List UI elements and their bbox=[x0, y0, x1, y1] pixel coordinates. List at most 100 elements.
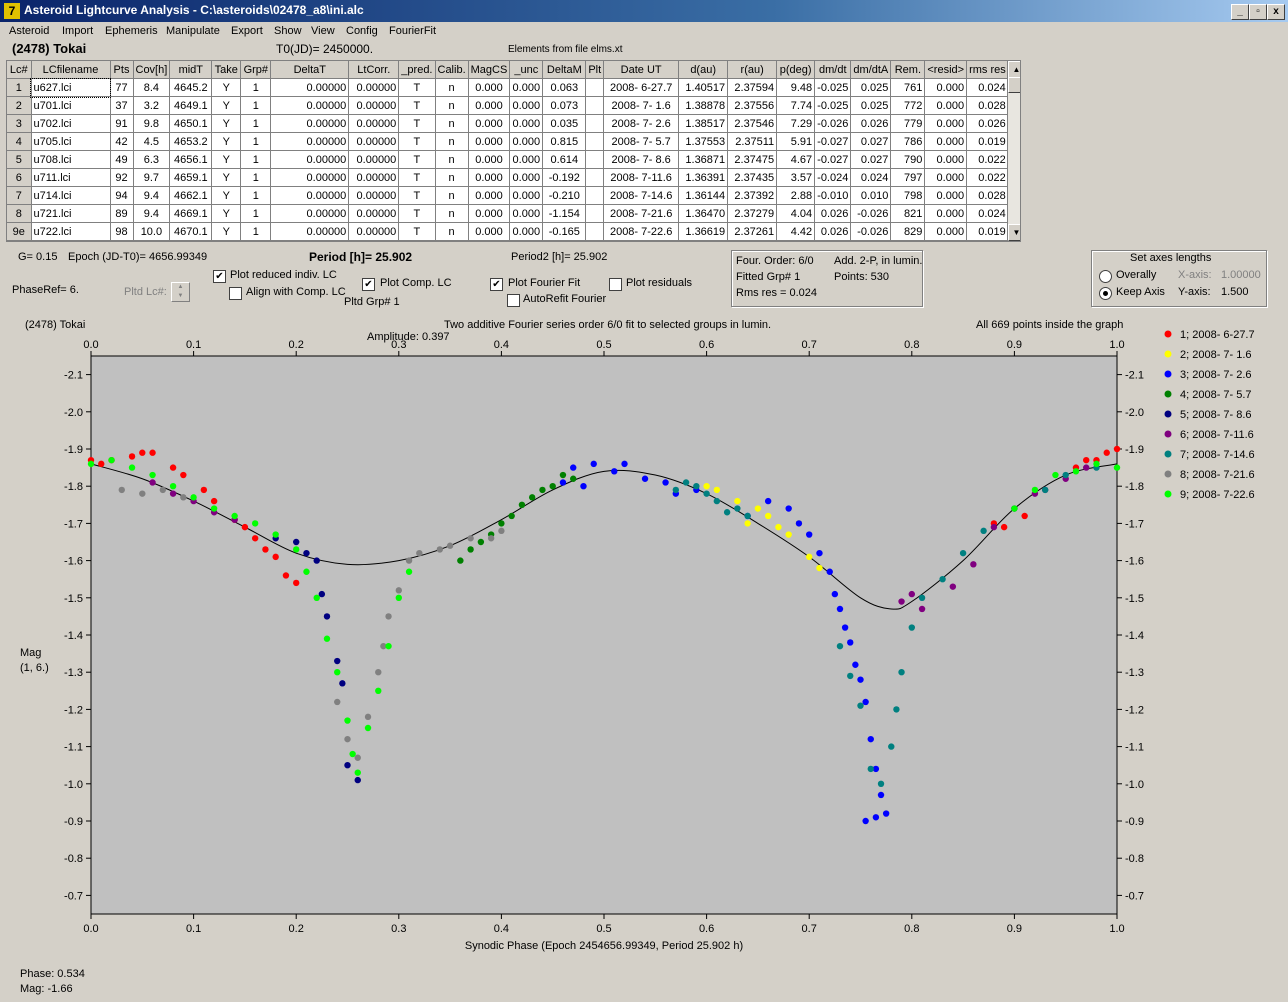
table-cell[interactable]: 91 bbox=[110, 114, 134, 133]
table-cell[interactable]: 0.000 bbox=[924, 168, 968, 187]
table-cell[interactable]: 0.00000 bbox=[270, 150, 350, 169]
table-cell[interactable]: 0.000 bbox=[468, 186, 511, 205]
scroll-up-button[interactable]: ▲ bbox=[1008, 61, 1020, 78]
table-cell[interactable]: 0.000 bbox=[468, 114, 511, 133]
column-header[interactable]: DeltaM bbox=[542, 61, 587, 79]
table-cell[interactable]: 7.74 bbox=[776, 96, 816, 115]
menu-ephemeris[interactable]: Ephemeris bbox=[105, 25, 158, 37]
table-cell[interactable]: u701.lci bbox=[31, 96, 111, 115]
table-cell[interactable]: 0.024 bbox=[966, 204, 1009, 223]
row-header[interactable]: 5 bbox=[7, 150, 32, 169]
row-header[interactable]: 7 bbox=[7, 186, 32, 205]
table-cell[interactable]: 0.000 bbox=[468, 204, 511, 223]
lightcurve-table[interactable]: Lc# LCfilename Pts Cov[h] midT Take Grp# DeltaT… bbox=[6, 60, 1021, 242]
table-cell[interactable]: n bbox=[435, 204, 469, 223]
table-cell[interactable]: 0.000 bbox=[468, 96, 511, 115]
table-cell[interactable]: 0.000 bbox=[924, 204, 968, 223]
table-row[interactable]: 2 u701.lci 37 3.2 4649.1 Y 1 0.00000 0.00000 Tn 0.… bbox=[7, 96, 1009, 115]
table-cell[interactable]: 1 bbox=[240, 168, 272, 187]
table-cell[interactable]: 0.022 bbox=[966, 168, 1009, 187]
row-header[interactable]: 9e bbox=[7, 222, 32, 241]
table-cell[interactable]: 0.00000 bbox=[348, 96, 400, 115]
table-cell[interactable]: 798 bbox=[890, 186, 926, 205]
row-header[interactable]: 4 bbox=[7, 132, 32, 151]
y-axis-value[interactable]: 1.500 bbox=[1221, 286, 1249, 298]
table-cell[interactable]: 4650.1 bbox=[169, 114, 213, 133]
table-cell[interactable]: 2.88 bbox=[776, 186, 816, 205]
column-header[interactable]: rms res bbox=[966, 61, 1009, 79]
table-cell[interactable]: -0.010 bbox=[814, 186, 852, 205]
table-cell[interactable]: 77 bbox=[110, 78, 134, 97]
table-cell[interactable]: 9.7 bbox=[133, 168, 171, 187]
x-axis-value[interactable]: 1.00000 bbox=[1221, 269, 1261, 281]
table-cell[interactable]: 4659.1 bbox=[169, 168, 213, 187]
table-cell[interactable]: 2.37392 bbox=[727, 186, 778, 205]
table-cell[interactable]: 4.42 bbox=[776, 222, 816, 241]
table-cell[interactable]: 2008- 7- 5.7 bbox=[603, 132, 680, 151]
column-header[interactable]: dm/dtA bbox=[850, 61, 892, 79]
restore-button[interactable]: ▫ bbox=[1249, 4, 1267, 20]
table-cell[interactable]: 1.38517 bbox=[678, 114, 729, 133]
column-header[interactable]: Cov[h] bbox=[133, 61, 171, 79]
column-header[interactable]: d(au) bbox=[678, 61, 729, 79]
table-cell[interactable] bbox=[585, 78, 605, 97]
plot-fourier-checkbox[interactable]: ✔ bbox=[490, 278, 503, 291]
table-cell[interactable]: 0.00000 bbox=[348, 132, 400, 151]
table-cell[interactable]: 1.36391 bbox=[678, 168, 729, 187]
table-cell[interactable]: 1 bbox=[240, 132, 272, 151]
table-cell[interactable]: n bbox=[435, 150, 469, 169]
table-cell[interactable]: 1 bbox=[240, 96, 272, 115]
table-cell[interactable]: n bbox=[435, 186, 469, 205]
table-cell[interactable]: 9.4 bbox=[133, 186, 171, 205]
table-cell[interactable]: T bbox=[398, 78, 436, 97]
table-cell[interactable]: 0.00000 bbox=[348, 222, 400, 241]
table-cell[interactable]: Y bbox=[211, 204, 242, 223]
table-cell[interactable]: 797 bbox=[890, 168, 926, 187]
column-header[interactable]: _pred. bbox=[398, 61, 436, 79]
table-cell[interactable]: 5.91 bbox=[776, 132, 816, 151]
table-cell[interactable]: 1 bbox=[240, 114, 272, 133]
table-cell[interactable]: 42 bbox=[110, 132, 134, 151]
table-cell[interactable]: 821 bbox=[890, 204, 926, 223]
table-cell[interactable]: 1 bbox=[240, 222, 272, 241]
table-cell[interactable]: 0.026 bbox=[814, 204, 852, 223]
table-cell[interactable]: 4.04 bbox=[776, 204, 816, 223]
table-cell[interactable]: 0.027 bbox=[850, 132, 892, 151]
table-cell[interactable]: 0.026 bbox=[814, 222, 852, 241]
table-cell[interactable]: -0.210 bbox=[542, 186, 587, 205]
table-cell[interactable]: Y bbox=[211, 222, 242, 241]
column-header[interactable]: Date UT bbox=[603, 61, 680, 79]
table-cell[interactable]: T bbox=[398, 186, 436, 205]
table-cell[interactable]: 0.000 bbox=[924, 186, 968, 205]
table-cell[interactable]: T bbox=[398, 168, 436, 187]
menu-fourierfit[interactable]: FourierFit bbox=[389, 25, 436, 37]
table-cell[interactable]: -0.025 bbox=[814, 96, 852, 115]
table-cell[interactable]: 0.00000 bbox=[348, 168, 400, 187]
menu-show[interactable]: Show bbox=[274, 25, 302, 37]
table-cell[interactable]: 89 bbox=[110, 204, 134, 223]
table-cell[interactable]: 9.4 bbox=[133, 204, 171, 223]
table-cell[interactable]: 9.8 bbox=[133, 114, 171, 133]
table-cell[interactable]: 2008- 7-21.6 bbox=[603, 204, 680, 223]
table-cell[interactable]: 0.00000 bbox=[348, 150, 400, 169]
column-header[interactable]: <resid> bbox=[924, 61, 968, 79]
column-header[interactable]: p(deg) bbox=[776, 61, 816, 79]
table-row[interactable]: 5 u708.lci 49 6.3 4656.1 Y 1 0.00000 0.00000 Tn 0.… bbox=[7, 150, 1009, 169]
table-cell[interactable]: 0.00000 bbox=[270, 114, 350, 133]
table-cell[interactable]: 10.0 bbox=[133, 222, 171, 241]
table-cell[interactable]: 6.3 bbox=[133, 150, 171, 169]
table-cell[interactable]: 0.000 bbox=[509, 222, 544, 241]
table-cell[interactable] bbox=[585, 186, 605, 205]
table-cell[interactable]: Y bbox=[211, 96, 242, 115]
table-cell[interactable]: T bbox=[398, 96, 436, 115]
table-cell[interactable]: n bbox=[435, 132, 469, 151]
table-cell[interactable]: 1.38878 bbox=[678, 96, 729, 115]
table-cell[interactable]: -0.026 bbox=[850, 204, 892, 223]
table-cell[interactable]: 2.37261 bbox=[727, 222, 778, 241]
menu-config[interactable]: Config bbox=[346, 25, 378, 37]
table-cell[interactable]: 1 bbox=[240, 78, 272, 97]
plot-reduced-checkbox[interactable]: ✔ bbox=[213, 270, 226, 283]
table-cell[interactable]: 0.073 bbox=[542, 96, 587, 115]
table-cell[interactable]: 3.2 bbox=[133, 96, 171, 115]
table-cell[interactable]: 0.000 bbox=[509, 96, 544, 115]
